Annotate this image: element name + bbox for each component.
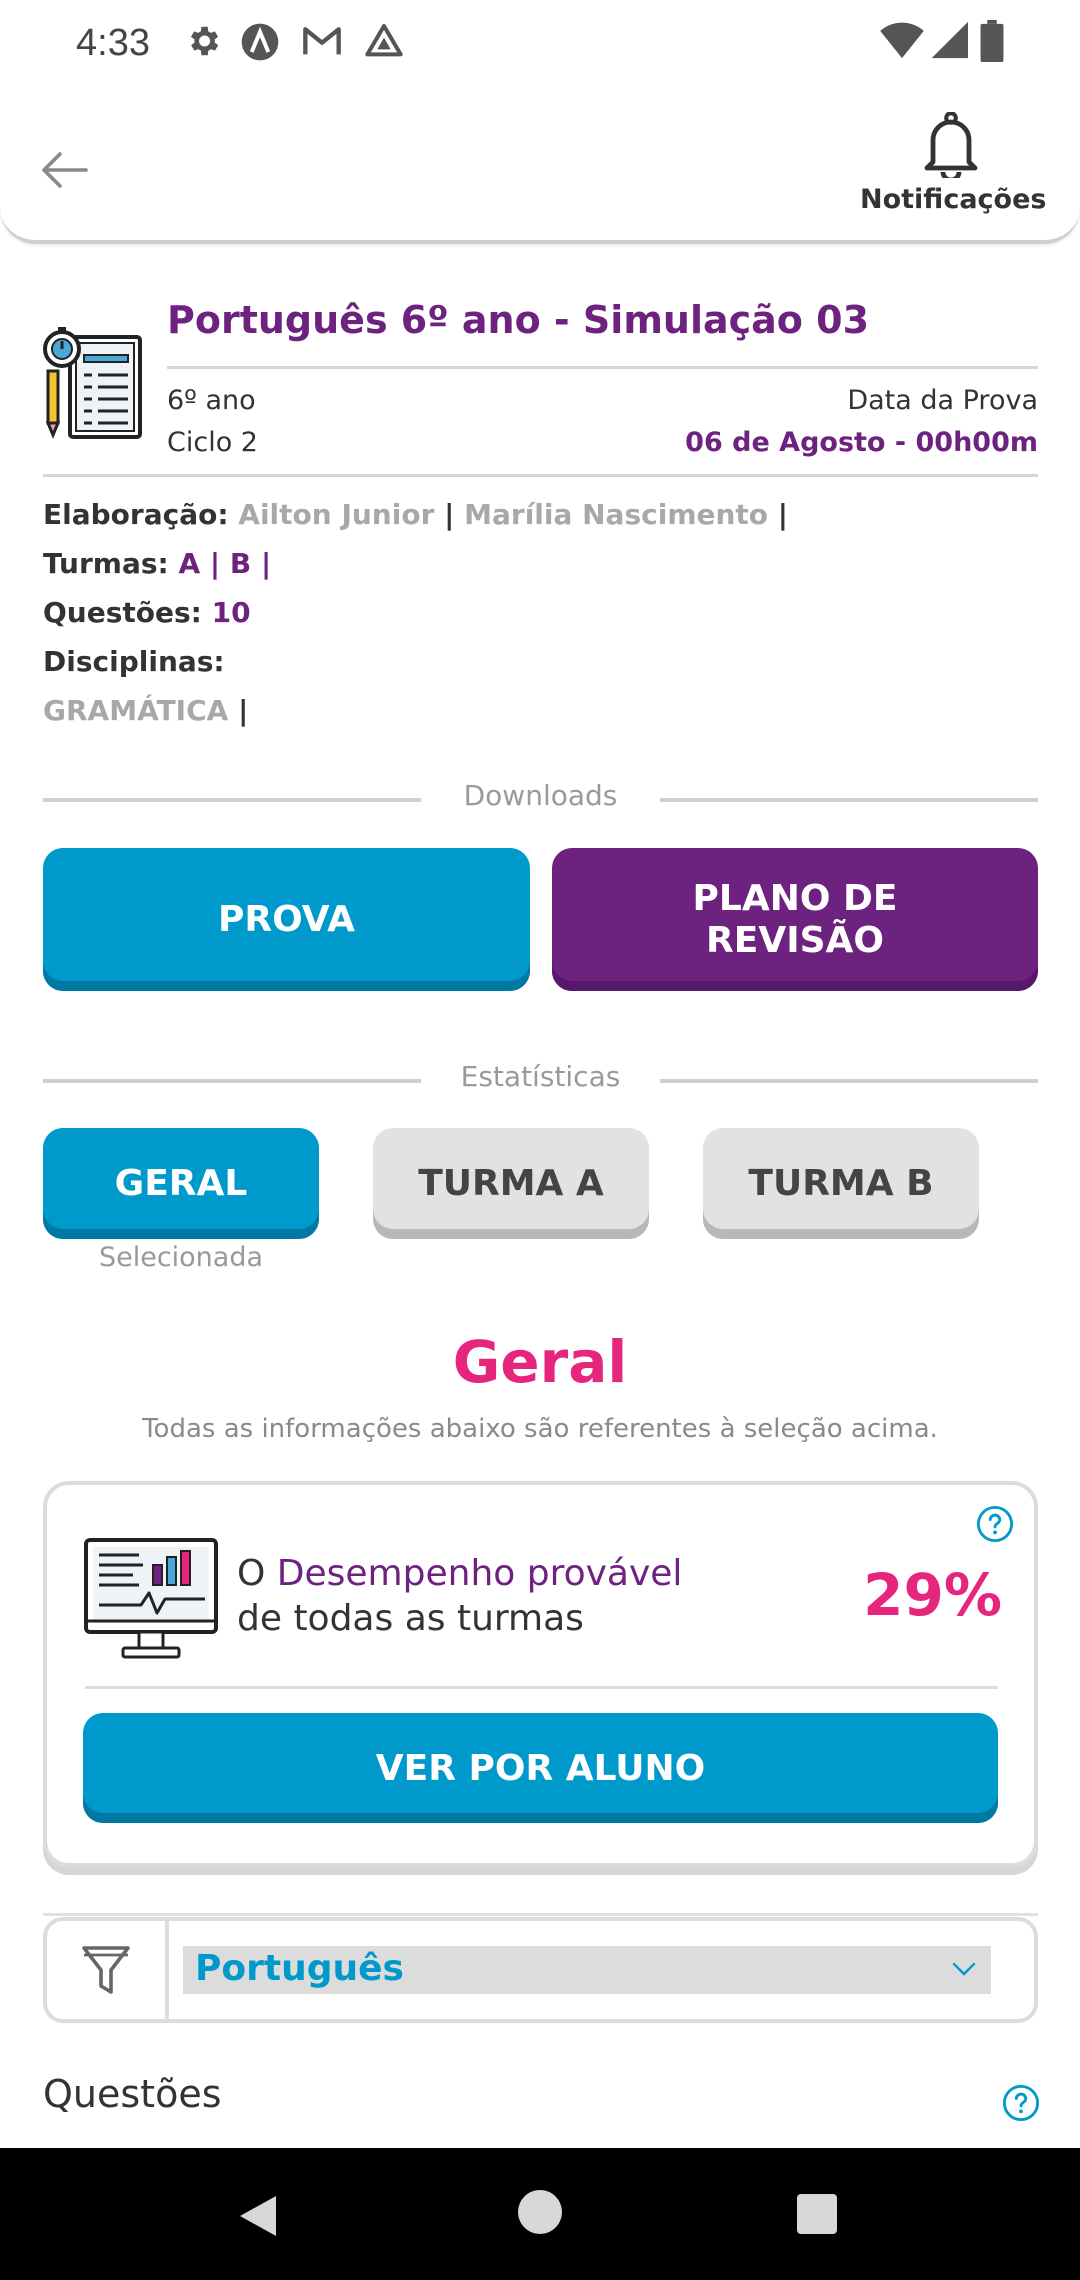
meta-divider — [43, 474, 1038, 477]
separator: | — [238, 694, 249, 727]
performance-value: 29% — [863, 1561, 1002, 1629]
tab-geral[interactable]: GERAL — [43, 1128, 319, 1239]
gmail-icon — [302, 22, 342, 64]
elaboracao-label: Elaboração: — [43, 498, 229, 531]
exam-cycle: Ciclo 2 — [167, 427, 258, 458]
stats-divider: Estatísticas — [43, 1060, 1038, 1100]
questoes-label: Questões: — [43, 596, 202, 629]
separator: | — [444, 498, 455, 531]
selected-tab-caption: Selecionada — [98, 1242, 264, 1273]
disciplinas-label: Disciplinas: — [43, 645, 225, 678]
perf-suffix: de todas as turmas — [237, 1598, 584, 1639]
performance-card: O Desempenho provável de todas as turmas… — [43, 1481, 1038, 1867]
perf-highlight: Desempenho provável — [276, 1553, 683, 1594]
tab-turma-b[interactable]: TURMA B — [703, 1128, 979, 1239]
ver-por-aluno-button[interactable]: VER POR ALUNO — [83, 1713, 998, 1823]
exam-title: Português 6º ano - Simulação 03 — [167, 298, 870, 342]
subject-select-value: Português — [195, 1948, 404, 1989]
turma-value: A — [178, 547, 201, 580]
perf-prefix: O — [237, 1553, 277, 1594]
questoes-count: 10 — [211, 596, 251, 629]
chevron-down-icon — [951, 1960, 977, 1982]
filter-top-rule — [43, 1913, 1038, 1916]
divider-line — [660, 1079, 1038, 1083]
app-a-icon — [240, 22, 280, 66]
battery-icon — [980, 20, 1004, 66]
nav-home-icon[interactable] — [518, 2190, 562, 2238]
tab-label: TURMA A — [418, 1163, 604, 1204]
tab-label: TURMA B — [748, 1163, 934, 1204]
exam-grade: 6º ano — [167, 385, 256, 416]
card-divider — [85, 1686, 998, 1689]
disciplinas-row: GRAMÁTICA | — [43, 686, 788, 735]
exam-date-block: Data da Prova 06 de Agosto - 00h00m — [685, 380, 1038, 464]
exam-date-label: Data da Prova — [847, 385, 1038, 416]
nav-back-icon[interactable] — [236, 2192, 280, 2244]
plano-revisao-download-button[interactable]: PLANO DE REVISÃO — [552, 848, 1038, 991]
disciplina-value: GRAMÁTICA — [43, 694, 229, 727]
signal-icon — [928, 20, 968, 64]
turma-value: B — [229, 547, 252, 580]
performance-description: O Desempenho provável de todas as turmas — [237, 1551, 682, 1641]
exam-meta-left: 6º ano Ciclo 2 — [167, 380, 258, 464]
tab-label: GERAL — [114, 1163, 248, 1204]
funnel-icon[interactable] — [47, 1921, 169, 2019]
prova-button-label: PROVA — [217, 898, 356, 940]
system-nav-bar — [0, 2148, 1080, 2280]
separator: | — [209, 547, 221, 580]
status-bar: 4:33 — [0, 0, 1080, 86]
downloads-divider: Downloads — [43, 779, 1038, 819]
elaborador-name: Marília Nascimento — [464, 498, 769, 531]
drive-icon — [364, 22, 404, 64]
notifications-label: Notificações — [860, 184, 1047, 215]
nav-recents-icon[interactable] — [797, 2194, 837, 2238]
elaborador-name: Ailton Junior — [238, 498, 435, 531]
title-divider — [167, 366, 1038, 369]
elaboracao-row: Elaboração: Ailton Junior | Marília Nasc… — [43, 490, 788, 539]
app-header: Notificações — [0, 86, 1080, 244]
questoes-heading: Questões — [43, 2072, 222, 2116]
bell-icon — [860, 111, 1042, 183]
monitor-chart-icon — [83, 1537, 219, 1665]
stats-title: Estatísticas — [460, 1060, 621, 1093]
ver-por-aluno-label: VER POR ALUNO — [375, 1747, 706, 1789]
separator: | — [777, 498, 789, 531]
plano-button-label-line2: REVISÃO — [706, 919, 884, 961]
turmas-label: Turmas: — [43, 547, 169, 580]
subject-filter: Português — [43, 1917, 1038, 2023]
notifications-button[interactable]: Notificações — [860, 111, 1047, 222]
stats-heading: Geral — [452, 1328, 628, 1396]
questoes-row: Questões: 10 — [43, 588, 788, 637]
prova-download-button[interactable]: PROVA — [43, 848, 530, 991]
settings-icon — [184, 22, 222, 64]
exam-date-value: 06 de Agosto - 00h00m — [685, 427, 1038, 458]
status-time: 4:33 — [76, 22, 150, 64]
arrow-left-icon[interactable] — [38, 144, 90, 196]
exam-info: Elaboração: Ailton Junior | Marília Nasc… — [43, 490, 788, 735]
stats-subtitle: Todas as informações abaixo são referent… — [142, 1414, 938, 1444]
subject-select[interactable]: Português — [183, 1946, 991, 1994]
help-circle-icon[interactable] — [976, 1505, 1014, 1547]
tab-turma-a[interactable]: TURMA A — [373, 1128, 649, 1239]
wifi-icon — [880, 20, 924, 64]
downloads-title: Downloads — [463, 779, 618, 812]
separator: | — [260, 547, 272, 580]
divider-line — [660, 798, 1038, 802]
help-circle-icon[interactable] — [1002, 2084, 1040, 2126]
exam-sheet-icon — [40, 325, 144, 443]
plano-button-label-line1: PLANO DE — [692, 877, 898, 919]
turmas-row: Turmas: A | B | — [43, 539, 788, 588]
